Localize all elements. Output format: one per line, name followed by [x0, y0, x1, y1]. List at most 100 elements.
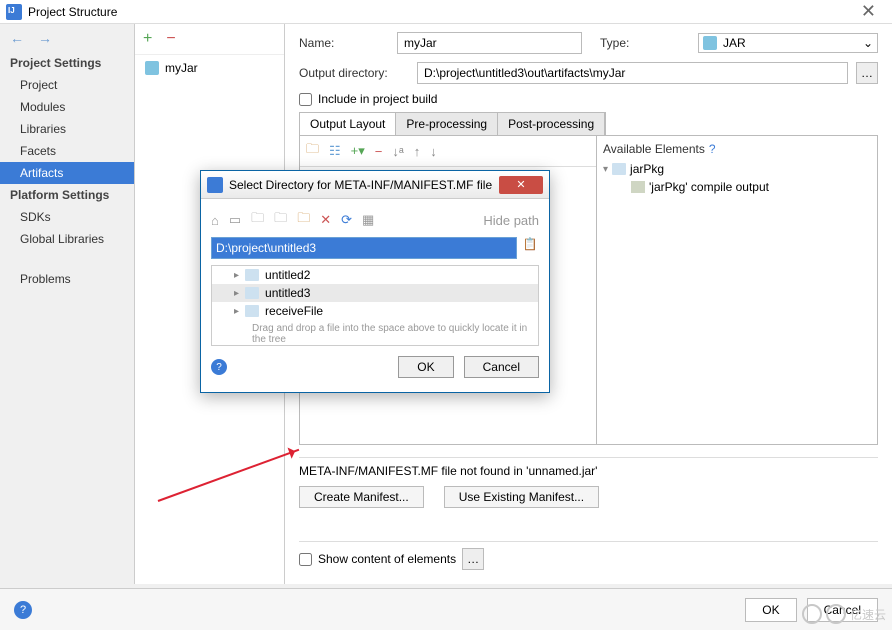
move-down-icon[interactable]: ↓	[430, 144, 437, 159]
tree-label: untitled2	[265, 268, 310, 282]
chevron-down-icon: ⌄	[863, 36, 873, 50]
show-content-label: Show content of elements	[318, 552, 456, 566]
sidebar-item-facets[interactable]: Facets	[0, 140, 134, 162]
tree-row-untitled2[interactable]: ▸ untitled2	[212, 266, 538, 284]
help-icon[interactable]: ?	[14, 601, 32, 619]
caret-down-icon: ▾	[603, 164, 608, 175]
sidebar: ← → Project Settings Project Modules Lib…	[0, 24, 135, 584]
layout-remove-icon[interactable]: −	[375, 144, 383, 159]
caret-right-icon: ▸	[234, 306, 239, 317]
include-build-row[interactable]: Include in project build	[299, 92, 878, 106]
app-icon	[207, 177, 223, 193]
create-manifest-button[interactable]: Create Manifest...	[299, 486, 424, 508]
avail-tree-root[interactable]: ▾ jarPkg	[603, 160, 871, 178]
nav-forward-icon[interactable]: →	[38, 30, 52, 46]
tree-hint: Drag and drop a file into the space abov…	[212, 320, 538, 345]
nav-back-icon[interactable]: ←	[10, 30, 24, 46]
folder-icon	[245, 287, 259, 299]
show-content-checkbox[interactable]	[299, 553, 312, 566]
sidebar-item-problems[interactable]: Problems	[0, 268, 134, 290]
module-folder-icon[interactable]: 🗀	[274, 209, 287, 231]
name-input[interactable]	[397, 32, 582, 54]
config-tabs: Output Layout Pre-processing Post-proces…	[299, 112, 606, 135]
show-content-row: Show content of elements …	[299, 541, 878, 576]
available-title: Available Elements?	[603, 142, 871, 156]
avail-tree-child[interactable]: 'jarPkg' compile output	[603, 178, 871, 196]
dialog-close-button[interactable]: ✕	[499, 176, 543, 194]
jar-icon	[703, 36, 717, 50]
refresh-icon[interactable]: ⟳	[341, 212, 352, 228]
outdir-label: Output directory:	[299, 66, 409, 80]
sidebar-item-sdks[interactable]: SDKs	[0, 206, 134, 228]
directory-tree[interactable]: ▸ untitled2 ▸ untitled3 ▸ receiveFile Dr…	[211, 265, 539, 346]
footer: ? OK Cancel	[0, 588, 892, 630]
dialog-titlebar: Select Directory for META-INF/MANIFEST.M…	[201, 171, 549, 199]
caret-right-icon: ▸	[234, 288, 239, 299]
warning-text: META-INF/MANIFEST.MF file not found in '…	[299, 464, 878, 478]
browse-button[interactable]: …	[856, 62, 878, 84]
sidebar-item-modules[interactable]: Modules	[0, 96, 134, 118]
new-folder-icon[interactable]: 🗀	[306, 140, 319, 162]
sidebar-item-project[interactable]: Project	[0, 74, 134, 96]
sidebar-heading-project: Project Settings	[0, 52, 134, 74]
sort-icon[interactable]: ↓ᵃ	[392, 144, 403, 159]
tree-row-untitled3[interactable]: ▸ untitled3	[212, 284, 538, 302]
layout-toolbar: 🗀 ☷ +▾ − ↓ᵃ ↑ ↓	[300, 136, 596, 167]
outdir-input[interactable]	[417, 62, 848, 84]
path-input[interactable]	[211, 237, 517, 259]
nav-arrows: ← →	[0, 24, 134, 52]
artifact-item-myjar[interactable]: myJar	[135, 55, 284, 81]
type-select[interactable]: JAR ⌄	[698, 33, 878, 53]
remove-artifact-icon[interactable]: −	[166, 30, 175, 48]
manifest-warning: META-INF/MANIFEST.MF file not found in '…	[299, 457, 878, 508]
titlebar: Project Structure ✕	[0, 0, 892, 24]
dialog-toolbar: ⌂ ▭ 🗀 🗀 🗀 ✕ ⟳ ▦ Hide path	[211, 209, 539, 231]
sidebar-item-libraries[interactable]: Libraries	[0, 118, 134, 140]
layout-add-icon[interactable]: +▾	[351, 143, 365, 159]
type-value: JAR	[723, 36, 746, 50]
sidebar-item-global-libraries[interactable]: Global Libraries	[0, 228, 134, 250]
sidebar-item-artifacts[interactable]: Artifacts	[0, 162, 134, 184]
dialog-cancel-button[interactable]: Cancel	[464, 356, 539, 378]
sidebar-heading-platform: Platform Settings	[0, 184, 134, 206]
tree-label: untitled3	[265, 286, 310, 300]
dialog-title: Select Directory for META-INF/MANIFEST.M…	[229, 178, 492, 192]
app-icon	[6, 4, 22, 20]
help-icon[interactable]: ?	[211, 359, 227, 375]
tree-row-receivefile[interactable]: ▸ receiveFile	[212, 302, 538, 320]
select-directory-dialog: Select Directory for META-INF/MANIFEST.M…	[200, 170, 550, 393]
move-up-icon[interactable]: ↑	[414, 144, 421, 159]
desktop-icon[interactable]: ▭	[229, 212, 241, 228]
caret-right-icon: ▸	[234, 270, 239, 281]
history-icon[interactable]: 📋	[521, 237, 539, 259]
dialog-ok-button[interactable]: OK	[398, 356, 453, 378]
ok-button[interactable]: OK	[745, 598, 796, 622]
help-icon[interactable]: ?	[709, 142, 716, 156]
new-folder-icon[interactable]: 🗀	[297, 209, 310, 231]
artifact-item-label: myJar	[165, 61, 198, 75]
folder-icon	[245, 305, 259, 317]
show-content-browse[interactable]: …	[462, 548, 484, 570]
home-icon[interactable]: ⌂	[211, 213, 219, 228]
watermark: 亿速云	[802, 604, 886, 624]
module-icon	[631, 181, 645, 193]
jar-icon	[145, 61, 159, 75]
include-build-checkbox[interactable]	[299, 93, 312, 106]
available-elements: Available Elements? ▾ jarPkg 'jarPkg' co…	[597, 136, 877, 444]
delete-icon[interactable]: ✕	[320, 212, 331, 228]
window-title: Project Structure	[28, 5, 117, 19]
dialog-footer: ? OK Cancel	[211, 346, 539, 382]
tab-pre-processing[interactable]: Pre-processing	[396, 113, 498, 135]
window-close-icon[interactable]: ✕	[861, 1, 876, 22]
tree-label: jarPkg	[630, 162, 664, 176]
hide-path-link[interactable]: Hide path	[483, 213, 539, 228]
show-hidden-icon[interactable]: ▦	[362, 212, 374, 228]
folder-icon	[612, 163, 626, 175]
project-icon[interactable]: 🗀	[251, 209, 264, 231]
tree-label: 'jarPkg' compile output	[649, 180, 769, 194]
tab-post-processing[interactable]: Post-processing	[498, 113, 605, 135]
add-artifact-icon[interactable]: +	[143, 30, 152, 48]
tree-icon[interactable]: ☷	[329, 143, 341, 159]
tab-output-layout[interactable]: Output Layout	[300, 113, 396, 135]
use-manifest-button[interactable]: Use Existing Manifest...	[444, 486, 599, 508]
